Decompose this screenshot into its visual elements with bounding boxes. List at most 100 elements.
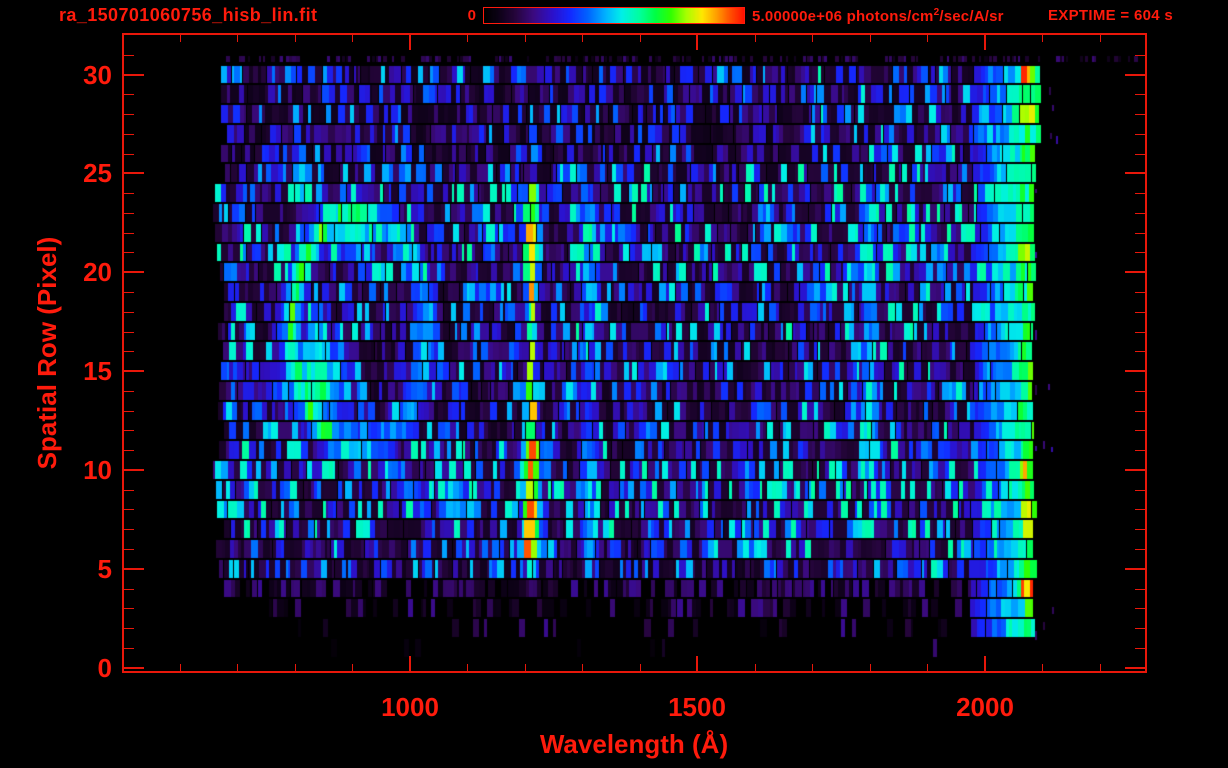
spectrogram-figure: ra_150701060756_hisb_lin.fit 0 5.00000e+…: [0, 0, 1228, 768]
y-minor-tick: [124, 430, 134, 431]
y-minor-tick: [124, 154, 134, 155]
x-major-tick: [696, 35, 698, 50]
y-minor-tick: [1135, 154, 1145, 155]
y-tick-label: 10: [83, 455, 112, 485]
y-minor-tick: [1135, 134, 1145, 135]
x-minor-tick: [180, 664, 181, 671]
x-minor-tick: [237, 664, 238, 671]
y-minor-tick: [124, 450, 134, 451]
x-minor-tick: [352, 664, 353, 671]
y-minor-tick: [1135, 608, 1145, 609]
y-minor-tick: [1135, 391, 1145, 392]
x-minor-tick: [870, 35, 871, 42]
y-major-tick: [124, 568, 144, 570]
y-minor-tick: [124, 351, 134, 352]
y-tick-label: 0: [97, 653, 112, 683]
y-minor-tick: [124, 391, 134, 392]
x-minor-tick: [927, 664, 928, 671]
y-minor-tick: [124, 628, 134, 629]
x-minor-tick: [582, 35, 583, 42]
y-minor-tick: [124, 193, 134, 194]
y-minor-tick: [1135, 351, 1145, 352]
y-tick-label: 15: [83, 356, 112, 386]
y-minor-tick: [124, 648, 134, 649]
y-minor-tick: [124, 529, 134, 530]
y-minor-tick: [124, 292, 134, 293]
x-major-tick: [409, 35, 411, 50]
y-minor-tick: [1135, 233, 1145, 234]
x-major-tick: [409, 656, 411, 671]
y-minor-tick: [124, 134, 134, 135]
x-minor-tick: [237, 35, 238, 42]
y-minor-tick: [124, 589, 134, 590]
y-minor-tick: [124, 213, 134, 214]
x-minor-tick: [525, 35, 526, 42]
y-major-tick: [124, 74, 144, 76]
y-minor-tick: [124, 411, 134, 412]
colorbar-units-prefix: photons/cm: [842, 8, 934, 25]
y-minor-tick: [124, 608, 134, 609]
y-minor-tick: [124, 490, 134, 491]
y-tick-label: 20: [83, 257, 112, 287]
y-minor-tick: [124, 252, 134, 253]
x-minor-tick: [640, 664, 641, 671]
colorbar-min-label: 0: [467, 7, 476, 24]
y-minor-tick: [124, 94, 134, 95]
x-minor-tick: [812, 35, 813, 42]
y-axis-title: Spatial Row (Pixel): [32, 236, 62, 470]
y-minor-tick: [1135, 648, 1145, 649]
x-minor-tick: [582, 664, 583, 671]
y-minor-tick: [1135, 332, 1145, 333]
y-minor-tick: [1135, 94, 1145, 95]
y-minor-tick: [1135, 430, 1145, 431]
x-minor-tick: [352, 35, 353, 42]
colorbar-max-value: 5.00000e+06: [752, 8, 843, 25]
x-tick-label: 2000: [956, 692, 1014, 722]
y-major-tick: [124, 469, 144, 471]
y-major-tick: [1125, 568, 1145, 570]
colorbar: [483, 7, 745, 24]
x-minor-tick: [1100, 35, 1101, 42]
x-major-tick: [984, 35, 986, 50]
x-minor-tick: [640, 35, 641, 42]
y-minor-tick: [124, 55, 134, 56]
x-minor-tick: [525, 664, 526, 671]
y-minor-tick: [1135, 312, 1145, 313]
x-minor-tick: [755, 35, 756, 42]
y-minor-tick: [124, 332, 134, 333]
y-minor-tick: [1135, 628, 1145, 629]
x-minor-tick: [1042, 35, 1043, 42]
y-minor-tick: [124, 509, 134, 510]
y-major-tick: [124, 667, 144, 669]
y-tick-label: 5: [97, 554, 112, 584]
y-minor-tick: [1135, 509, 1145, 510]
x-minor-tick: [870, 664, 871, 671]
plot-frame: [122, 33, 1147, 673]
y-minor-tick: [1135, 252, 1145, 253]
figure-title: ra_150701060756_hisb_lin.fit: [59, 5, 318, 25]
colorbar-max-label: 5.00000e+06 photons/cm2/sec/A/sr: [752, 7, 1004, 25]
x-minor-tick: [467, 664, 468, 671]
x-tick-label: 1000: [381, 692, 439, 722]
y-tick-label: 25: [83, 158, 112, 188]
x-minor-tick: [755, 664, 756, 671]
y-minor-tick: [1135, 549, 1145, 550]
x-tick-label: 1500: [668, 692, 726, 722]
y-major-tick: [1125, 469, 1145, 471]
x-minor-tick: [1042, 664, 1043, 671]
y-minor-tick: [1135, 450, 1145, 451]
x-minor-tick: [295, 664, 296, 671]
y-major-tick: [1125, 271, 1145, 273]
y-major-tick: [1125, 667, 1145, 669]
x-major-tick: [984, 656, 986, 671]
y-minor-tick: [124, 312, 134, 313]
y-major-tick: [124, 271, 144, 273]
x-minor-tick: [1100, 664, 1101, 671]
x-axis-title: Wavelength (Å): [539, 729, 729, 759]
y-major-tick: [124, 172, 144, 174]
y-minor-tick: [1135, 529, 1145, 530]
x-minor-tick: [812, 664, 813, 671]
y-minor-tick: [1135, 193, 1145, 194]
y-minor-tick: [124, 233, 134, 234]
x-minor-tick: [180, 35, 181, 42]
